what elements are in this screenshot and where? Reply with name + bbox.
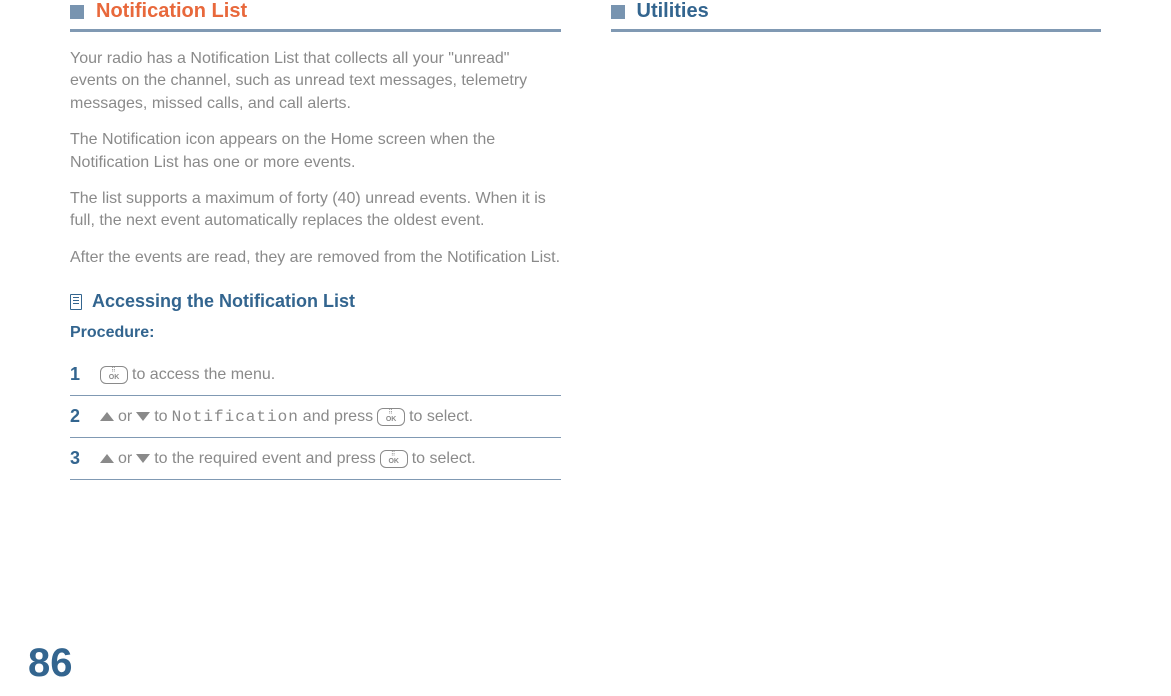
down-arrow-icon <box>136 454 150 463</box>
step-number: 2 <box>70 406 88 427</box>
sub-header: Accessing the Notification List <box>70 291 561 312</box>
menu-target: Notification <box>172 408 299 426</box>
section-marker-icon <box>70 5 84 19</box>
section-title: Utilities <box>637 0 709 23</box>
procedure-step: 2 or to Notification and press ⠿OK to se… <box>70 396 561 438</box>
paragraph: Your radio has a Notification List that … <box>70 48 561 115</box>
step-text: or <box>118 408 132 426</box>
ok-button-icon: ⠿OK <box>380 450 408 468</box>
step-text: to <box>154 408 167 426</box>
step-body: or to the required event and press ⠿OK t… <box>100 450 476 468</box>
paragraph: The Notification icon appears on the Hom… <box>70 129 561 174</box>
paragraph: After the events are read, they are remo… <box>70 247 561 269</box>
step-text: to the required event and press <box>154 450 375 468</box>
document-icon <box>70 294 82 310</box>
step-text: or <box>118 450 132 468</box>
paragraph: The list supports a maximum of forty (40… <box>70 188 561 233</box>
section-header-utilities: Utilities <box>611 0 1102 23</box>
section-header-notification: Notification List <box>70 0 561 23</box>
ok-button-icon: ⠿OK <box>377 408 405 426</box>
procedure-step: 3 or to the required event and press ⠿OK… <box>70 438 561 480</box>
left-column: Notification List Your radio has a Notif… <box>70 0 561 480</box>
down-arrow-icon <box>136 412 150 421</box>
section-rule <box>70 29 561 32</box>
procedure-label: Procedure: <box>70 324 561 342</box>
sub-title: Accessing the Notification List <box>92 291 355 312</box>
step-text: to select. <box>409 408 473 426</box>
step-number: 1 <box>70 364 88 385</box>
up-arrow-icon <box>100 454 114 463</box>
step-text: and press <box>303 408 373 426</box>
section-marker-icon <box>611 5 625 19</box>
step-text: to select. <box>412 450 476 468</box>
step-body: ⠿OK to access the menu. <box>100 366 275 384</box>
section-title: Notification List <box>96 0 247 23</box>
step-body: or to Notification and press ⠿OK to sele… <box>100 408 473 426</box>
up-arrow-icon <box>100 412 114 421</box>
step-text: to access the menu. <box>132 366 275 384</box>
section-rule <box>611 29 1102 32</box>
procedure-step: 1 ⠿OK to access the menu. <box>70 354 561 396</box>
page-number: 86 <box>28 641 73 686</box>
ok-button-icon: ⠿OK <box>100 366 128 384</box>
right-column: Utilities <box>611 0 1102 480</box>
step-number: 3 <box>70 448 88 469</box>
